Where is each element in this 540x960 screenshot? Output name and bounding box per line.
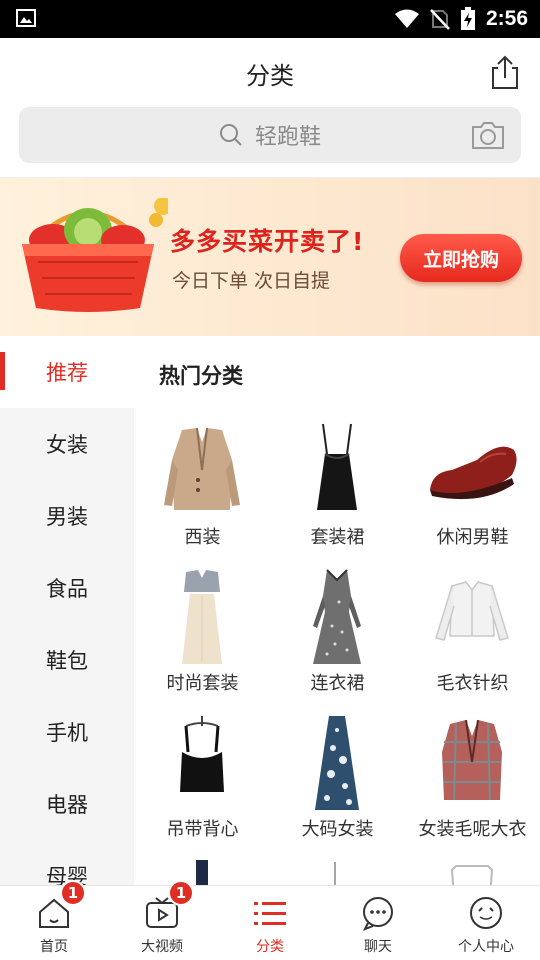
category-item-label: 时尚套装 <box>166 673 239 694</box>
section-title: 热门分类 <box>159 364 243 388</box>
tab-label: 分类 <box>256 939 284 955</box>
sidebar-item-7[interactable]: 母婴 <box>0 840 134 885</box>
notification-badge: 1 <box>168 880 194 906</box>
print-dress-image <box>287 712 387 812</box>
tab-video[interactable]: 大视频 1 <box>108 880 216 960</box>
sidebar-item-label: 女装 <box>46 433 88 457</box>
sidebar-item-label: 鞋包 <box>46 649 88 673</box>
tab-chat[interactable]: 聊天 <box>324 886 432 960</box>
plaid-coat-image <box>422 712 522 812</box>
search-icon <box>219 124 242 146</box>
black-dress-image <box>287 420 387 520</box>
status-time: 2:56 <box>485 7 528 30</box>
share-icon[interactable] <box>488 54 522 90</box>
category-item[interactable] <box>405 858 540 885</box>
camera-icon[interactable] <box>471 119 505 151</box>
sidebar-active-indicator <box>0 352 5 390</box>
sidebar-item-6[interactable]: 电器 <box>0 768 134 840</box>
profile-icon <box>468 895 504 931</box>
category-item[interactable]: 连衣裙 <box>270 566 405 712</box>
category-item-label: 连衣裙 <box>310 673 365 694</box>
sidebar-item-2[interactable]: 男装 <box>0 480 134 552</box>
tab-profile[interactable]: 个人中心 <box>432 886 540 960</box>
category-item[interactable]: 吊带背心 <box>135 712 270 858</box>
category-item[interactable]: 毛衣针织 <box>405 566 540 712</box>
knit-cardigan-image <box>422 566 522 666</box>
tab-label: 个人中心 <box>458 939 514 955</box>
battery-charging-icon <box>460 7 475 30</box>
category-item[interactable] <box>270 858 405 885</box>
banner-title: 多多买菜开卖了! <box>170 227 365 256</box>
page-title: 分类 <box>246 62 294 90</box>
banner-subtitle: 今日下单 次日自提 <box>172 270 331 292</box>
status-bar: 2:56 <box>0 0 540 38</box>
fashion-set-image <box>152 566 252 666</box>
category-item-label: 大码女装 <box>301 819 374 840</box>
banner-buy-button[interactable]: 立即抢购 <box>400 234 522 282</box>
sidebar-item-3[interactable]: 食品 <box>0 552 134 624</box>
sidebar-item-label: 男装 <box>46 505 88 529</box>
category-content: 热门分类 西装 套装裙 休闲男鞋时尚套装 连衣裙 毛衣针织吊带背心 大码女装 女装毛呢大衣 <box>134 336 540 885</box>
category-item-label: 毛衣针织 <box>436 673 509 694</box>
category-item[interactable]: 时尚套装 <box>135 566 270 712</box>
category-sidebar: 推荐女装男装食品鞋包手机电器母婴 <box>0 336 134 885</box>
tab-label: 聊天 <box>364 939 392 955</box>
rack-image <box>287 858 387 885</box>
tab-label: 大视频 <box>141 939 183 955</box>
chair-image <box>422 858 522 885</box>
tab-label: 首页 <box>40 939 68 955</box>
sidebar-item-label: 推荐 <box>46 361 88 385</box>
category-item-label: 套装裙 <box>310 527 365 548</box>
category-item[interactable]: 西装 <box>135 420 270 566</box>
sidebar-item-label: 电器 <box>46 793 88 817</box>
bottle-image <box>152 858 252 885</box>
bottom-tab-bar: 首页 1 大视频 1 分类 聊天 个人中心 <box>0 880 540 960</box>
sidebar-item-label: 手机 <box>46 721 88 745</box>
category-item-label: 西装 <box>184 527 221 548</box>
notification-badge: 1 <box>60 880 86 906</box>
category-item[interactable]: 大码女装 <box>270 712 405 858</box>
no-sim-icon <box>430 9 450 30</box>
header: 分类 <box>0 38 540 106</box>
category-item[interactable] <box>135 858 270 885</box>
vegetable-basket-image <box>22 198 168 312</box>
chat-icon <box>360 895 396 931</box>
category-item[interactable]: 套装裙 <box>270 420 405 566</box>
blazer-image <box>152 420 252 520</box>
sidebar-item-label: 食品 <box>46 577 88 601</box>
camisole-image <box>152 712 252 812</box>
sidebar-item-0[interactable]: 推荐 <box>0 336 134 408</box>
category-item[interactable]: 女装毛呢大衣 <box>405 712 540 858</box>
search-placeholder: 轻跑鞋 <box>254 125 321 150</box>
category-item-label: 吊带背心 <box>166 819 239 840</box>
search-bar[interactable]: 轻跑鞋 <box>19 107 521 163</box>
long-dress-image <box>287 566 387 666</box>
category-item-label: 女装毛呢大衣 <box>418 819 527 840</box>
tab-category-list[interactable]: 分类 <box>216 886 324 960</box>
sidebar-item-1[interactable]: 女装 <box>0 408 134 480</box>
category-list-icon <box>252 895 288 931</box>
wifi-icon <box>394 9 419 28</box>
category-item[interactable]: 休闲男鞋 <box>405 420 540 566</box>
tab-home[interactable]: 首页 1 <box>0 880 108 960</box>
leather-shoe-image <box>422 420 522 520</box>
promo-banner[interactable]: 多多买菜开卖了! 今日下单 次日自提 立即抢购 <box>0 178 540 336</box>
sidebar-item-5[interactable]: 手机 <box>0 696 134 768</box>
picture-icon <box>16 9 36 27</box>
category-item-label: 休闲男鞋 <box>436 527 509 548</box>
sidebar-item-4[interactable]: 鞋包 <box>0 624 134 696</box>
